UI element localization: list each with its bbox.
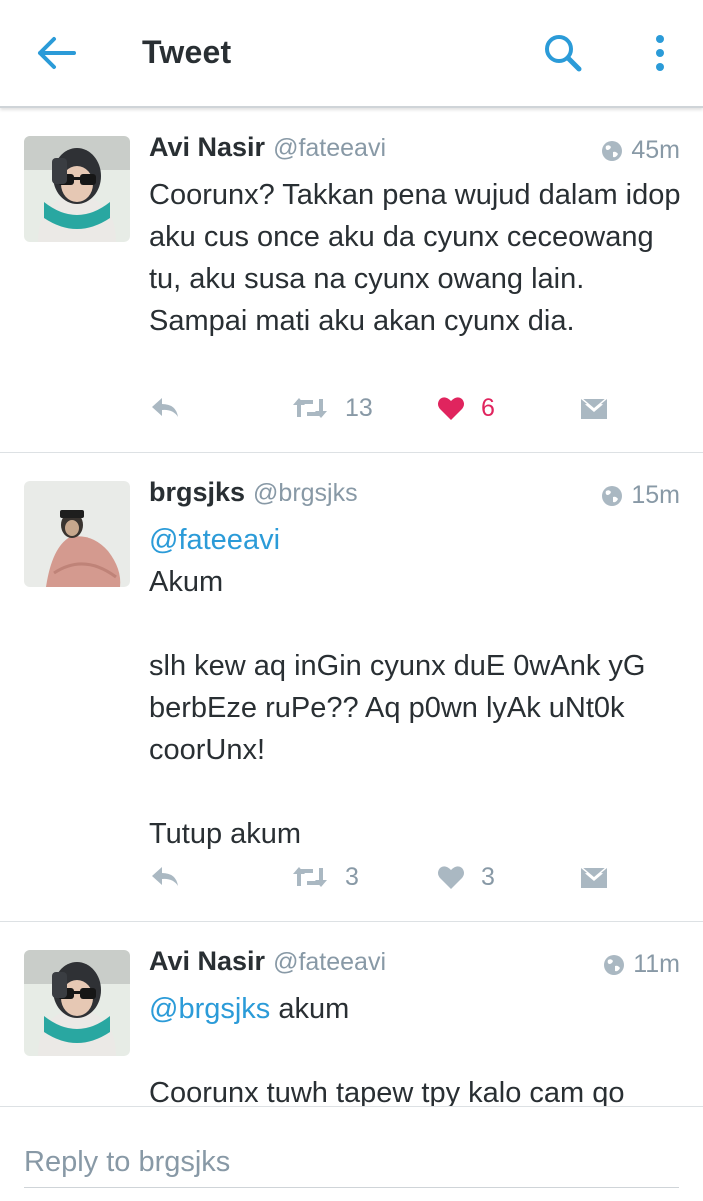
tweet-thread: Avi Nasir @fateeavi 45m Coorunx? Takkan p… [0,108,703,1106]
like-button[interactable]: 6 [437,388,495,428]
heart-icon [438,866,464,889]
more-options-button[interactable] [645,30,675,76]
back-button[interactable] [30,30,80,76]
envelope-icon [580,397,608,419]
avatar[interactable] [24,136,130,242]
author-handle[interactable]: @fateeavi [273,134,386,162]
avatar-image [24,950,130,1056]
retweet-icon [293,867,327,887]
page-title: Tweet [142,34,232,70]
reply-button[interactable] [149,388,181,428]
tweet-text: @brgsjks akum Coorunx tuwh tapew tpy kal… [149,988,684,1106]
tweet-header: brgsjks @brgsjks 15m [149,477,684,517]
reply-icon [152,398,178,417]
direct-message-button[interactable] [579,388,609,428]
tweet-timestamp: 11m [603,950,680,979]
heart-filled-icon [438,397,464,420]
avatar[interactable] [24,950,130,1056]
reply-button[interactable] [149,857,181,897]
time-label: 45m [631,136,680,164]
tweet-header: Avi Nasir @fateeavi 45m [149,132,684,172]
globe-icon [604,954,625,975]
avatar[interactable] [24,481,130,587]
tweet[interactable]: Avi Nasir @fateeavi 11m @brgsjks akum Coo… [0,922,703,1106]
tweet-content: Avi Nasir @fateeavi 45m Coorunx? Takkan p… [149,132,684,342]
avatar-image [24,136,130,242]
author-handle[interactable]: @fateeavi [273,948,386,976]
retweet-button[interactable]: 3 [291,857,359,897]
author-name[interactable]: Avi Nasir [149,946,265,976]
retweet-button[interactable]: 13 [291,388,373,428]
time-label: 15m [631,481,680,509]
search-button[interactable] [540,30,586,76]
reply-icon [152,867,178,886]
tweet-content: brgsjks @brgsjks 15m @fateeavi Akum slh k… [149,477,684,855]
mention-link[interactable]: @fateeavi [149,524,280,556]
tweet-actions: 3 3 [149,857,629,897]
mention-link[interactable]: @brgsjks [149,993,270,1025]
tweet-content: Avi Nasir @fateeavi 11m @brgsjks akum Coo… [149,946,684,1106]
search-icon [545,35,582,72]
tweet-actions: 13 6 [149,388,629,428]
tweet[interactable]: brgsjks @brgsjks 15m @fateeavi Akum slh k… [0,453,703,922]
tweet-timestamp: 45m [601,136,680,165]
like-button[interactable]: 3 [437,857,495,897]
tweet-text-body: Akum slh kew aq inGin cyunx duE 0wAnk yG… [149,566,646,850]
retweet-count: 13 [345,393,373,422]
retweet-icon [293,398,327,418]
avatar-image [24,481,130,587]
retweet-count: 3 [345,862,359,891]
author-name[interactable]: Avi Nasir [149,132,265,162]
time-label: 11m [633,950,680,978]
like-count: 3 [481,862,495,891]
like-count: 6 [481,393,495,422]
arrow-left-icon [38,37,76,69]
tweet[interactable]: Avi Nasir @fateeavi 45m Coorunx? Takkan p… [0,108,703,453]
globe-icon [602,140,623,161]
author-handle[interactable]: @brgsjks [253,479,358,507]
tweet-header: Avi Nasir @fateeavi 11m [149,946,684,986]
reply-bar [0,1106,703,1201]
direct-message-button[interactable] [579,857,609,897]
tweet-text: Coorunx? Takkan pena wujud dalam idop ak… [149,179,689,337]
more-vertical-icon [656,35,664,71]
tweet-text: @fateeavi Akum slh kew aq inGin cyunx du… [149,519,684,855]
tweet-timestamp: 15m [601,481,680,510]
globe-icon [602,485,623,506]
app-header: Tweet [0,0,703,108]
reply-input[interactable] [24,1137,679,1188]
author-name[interactable]: brgsjks [149,477,245,507]
envelope-icon [580,866,608,888]
